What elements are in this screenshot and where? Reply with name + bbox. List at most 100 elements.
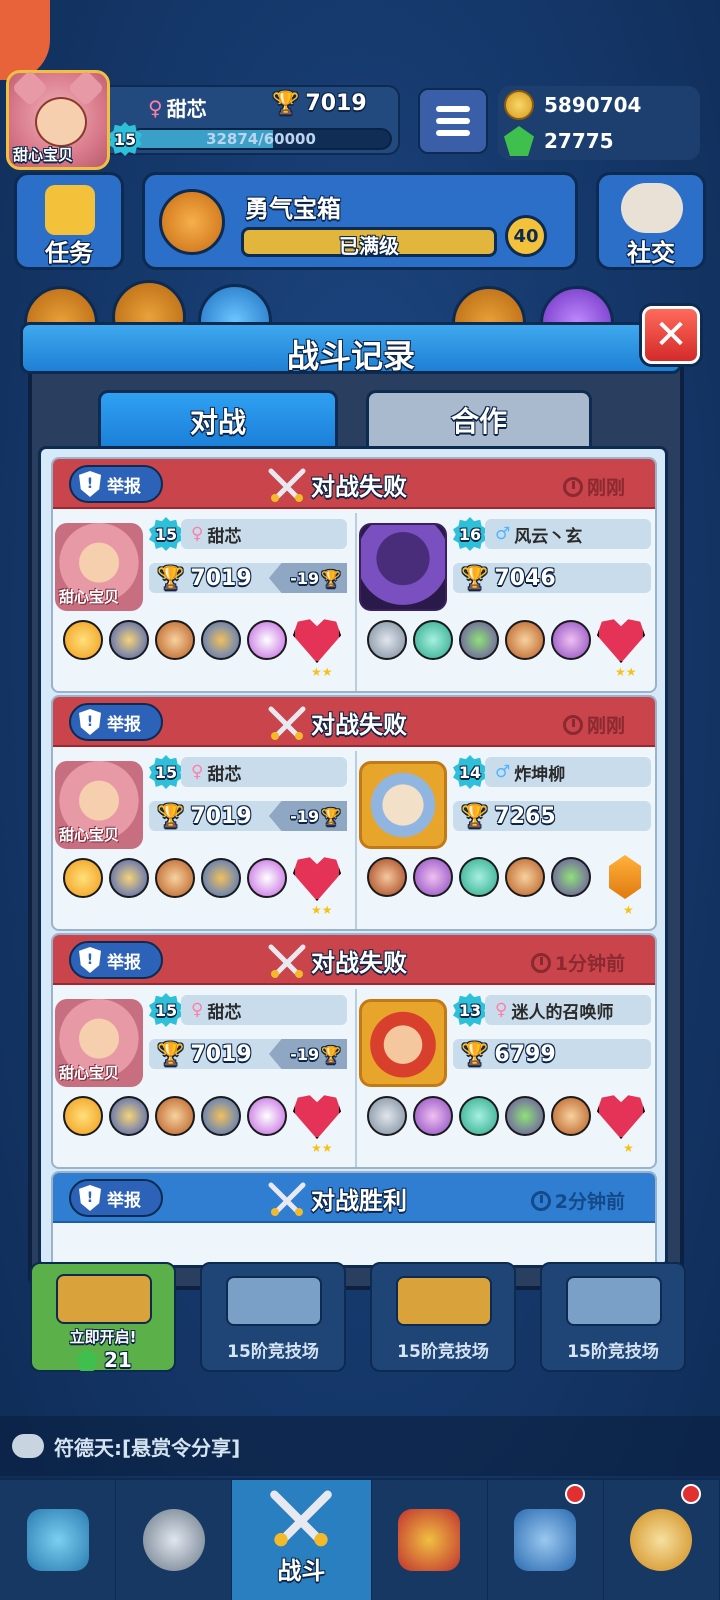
hero-icon[interactable] [367, 857, 407, 897]
opponent-trophy-row: 🏆 6799 [453, 1039, 651, 1069]
courage-chest-panel[interactable]: 勇气宝箱 已满级 40 [142, 172, 578, 270]
hero-icon[interactable] [505, 857, 545, 897]
hero-icon[interactable] [459, 620, 499, 660]
shield-icon: ! [79, 1185, 101, 1211]
social-button[interactable]: 社交 [596, 172, 706, 270]
group-icon [514, 1509, 577, 1571]
my-side: 甜心宝贝 15 ♀ 甜芯 🏆 7019 -19 🏆 ★★ [53, 515, 353, 691]
heart-crest-icon[interactable] [597, 619, 645, 663]
hero-icon[interactable] [551, 1096, 591, 1136]
trophy-icon: 🏆 [461, 1041, 489, 1067]
hero-icon[interactable] [63, 858, 103, 898]
profile-avatar[interactable]: 甜心宝贝 [6, 69, 110, 170]
hero-icon[interactable] [201, 1096, 241, 1136]
hero-icon[interactable] [155, 858, 195, 898]
hero-icon[interactable] [505, 620, 545, 660]
chest-slot[interactable]: 15阶竞技场 [540, 1262, 686, 1372]
player-avatar[interactable]: 甜心宝贝 [55, 999, 143, 1087]
hero-icon[interactable] [247, 620, 287, 660]
coin-row: 5890704 [504, 90, 641, 120]
result-label: 对战胜利 [311, 1187, 407, 1215]
female-icon: ♀ [148, 95, 163, 120]
hero-icon[interactable] [247, 1096, 287, 1136]
hero-lineup [367, 855, 641, 899]
close-button[interactable]: ✕ [642, 306, 700, 364]
hero-icon[interactable] [63, 620, 103, 660]
chest-open-cost: 21 [76, 1348, 132, 1372]
crown-shield-icon [398, 1509, 461, 1571]
chest-slot[interactable]: 15阶竞技场 [200, 1262, 346, 1372]
hero-lineup [63, 855, 341, 901]
nav-clan[interactable] [372, 1480, 488, 1600]
nav-shop[interactable] [0, 1480, 117, 1600]
chest-slot-open[interactable]: 立即开启! 21 [30, 1262, 176, 1372]
hero-icon[interactable] [367, 1096, 407, 1136]
opponent-name-row: ♂ 风云丶玄 [485, 519, 651, 549]
heart-crest-icon[interactable] [293, 619, 341, 663]
hero-icon[interactable] [505, 1096, 545, 1136]
hero-icon[interactable] [109, 1096, 149, 1136]
battle-record-card: ! 举报 对战胜利 2分钟前 [51, 1171, 657, 1265]
trophy-icon: 🏆 [321, 568, 341, 588]
opponent-avatar[interactable] [359, 523, 447, 611]
hero-icon[interactable] [459, 857, 499, 897]
report-button[interactable]: ! 举报 [69, 941, 163, 979]
opponent-level: 13 [458, 1000, 482, 1020]
result-label: 对战失败 [311, 711, 407, 739]
hero-icon[interactable] [413, 857, 453, 897]
hero-icon[interactable] [551, 620, 591, 660]
hero-icon[interactable] [247, 858, 287, 898]
clock-icon [530, 1190, 551, 1211]
hero-icon[interactable] [63, 1096, 103, 1136]
gem-icon [76, 1349, 98, 1371]
hero-icon[interactable] [413, 1096, 453, 1136]
hero-icon[interactable] [201, 620, 241, 660]
hero-icon[interactable] [413, 620, 453, 660]
hero-icon[interactable] [155, 620, 195, 660]
female-icon: ♀ [191, 1000, 204, 1020]
clock-icon [562, 714, 583, 735]
opponent-avatar[interactable] [359, 761, 447, 849]
trophy-icon: 🏆 [157, 565, 185, 591]
orange-gem-icon[interactable] [609, 855, 641, 899]
nav-explore[interactable] [604, 1480, 720, 1600]
player-avatar[interactable]: 甜心宝贝 [55, 761, 143, 849]
hero-icon[interactable] [155, 1096, 195, 1136]
report-label: 举报 [107, 952, 141, 973]
tasks-button[interactable]: 任务 [14, 172, 124, 270]
hero-lineup [367, 1093, 645, 1139]
level-badge: 15 [149, 755, 183, 789]
player-avatar[interactable]: 甜心宝贝 [55, 523, 143, 611]
menu-button[interactable] [418, 88, 488, 154]
hero-icon[interactable] [109, 620, 149, 660]
nav-battle[interactable]: 战斗 [232, 1480, 372, 1600]
tab-versus[interactable]: 对战 [98, 390, 338, 448]
hero-icon[interactable] [109, 858, 149, 898]
gem-row: 27775 [504, 126, 614, 156]
treasure-chest-icon [566, 1276, 662, 1326]
hero-icon[interactable] [367, 620, 407, 660]
tab-coop[interactable]: 合作 [366, 390, 592, 446]
hero-icon[interactable] [459, 1096, 499, 1136]
heart-crest-icon[interactable] [293, 857, 341, 901]
trophy-icon: 🏆 [461, 803, 489, 829]
chest-slot[interactable]: 15阶竞技场 [370, 1262, 516, 1372]
time-text: 刚刚 [586, 715, 625, 737]
profile-name: 甜芯 [166, 97, 207, 121]
heart-crest-icon[interactable] [597, 1095, 645, 1139]
opponent-side: 13 ♀ 迷人的召唤师 🏆 6799 ★ [357, 991, 655, 1167]
opponent-avatar[interactable] [359, 999, 447, 1087]
report-button[interactable]: ! 举报 [69, 465, 163, 503]
opponent-name-row: ♂ 炸坤柳 [485, 757, 651, 787]
chat-bar[interactable]: 符德天:[悬赏令分享] [0, 1416, 720, 1476]
battle-record-list[interactable]: ! 举报 对战失败 刚刚 甜心宝贝 15 ♀ 甜芯 🏆 7019 -19 🏆 ★★ 16… [38, 446, 668, 1268]
hero-icon[interactable] [551, 857, 591, 897]
hero-icon[interactable] [201, 858, 241, 898]
report-button[interactable]: ! 举报 [69, 1179, 163, 1217]
player-name-row: ♀ 甜芯 [181, 757, 347, 787]
heart-crest-icon[interactable] [293, 1095, 341, 1139]
battle-record-card: ! 举报 对战失败 1分钟前 甜心宝贝 15 ♀ 甜芯 🏆 7019 -19 🏆 ★★ … [51, 933, 657, 1169]
nav-social[interactable] [488, 1480, 604, 1600]
nav-heroes[interactable] [116, 1480, 233, 1600]
report-button[interactable]: ! 举报 [69, 703, 163, 741]
